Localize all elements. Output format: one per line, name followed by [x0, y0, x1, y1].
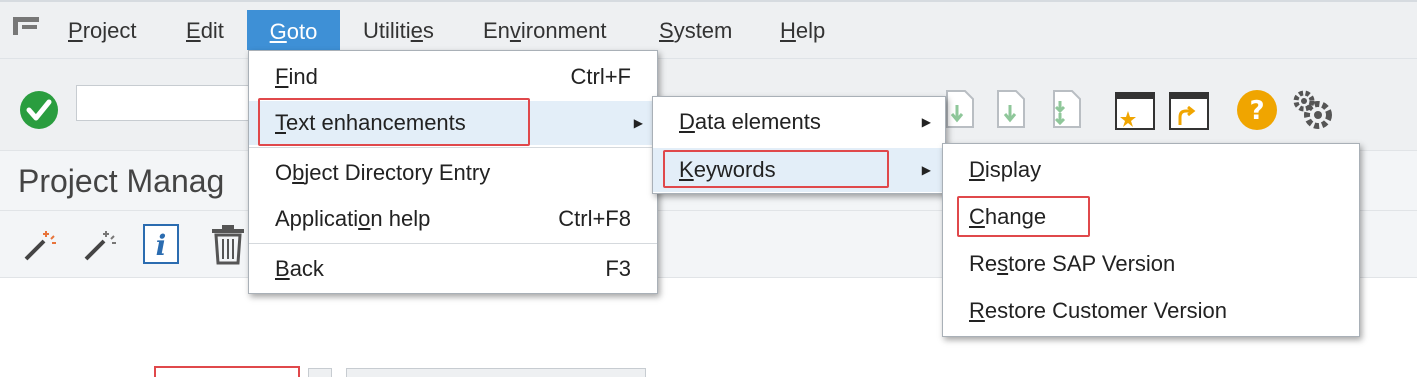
- page-title: Project Manag: [18, 163, 225, 199]
- magic-wand-icon[interactable]: [80, 225, 120, 265]
- menu-item-back[interactable]: Back F3: [249, 247, 657, 291]
- menu-item-restore-customer-version[interactable]: Restore Customer Version: [943, 289, 1359, 333]
- menu-item-find[interactable]: Find Ctrl+F: [249, 55, 657, 99]
- svg-text:i: i: [156, 229, 167, 262]
- page-down-icon[interactable]: [996, 89, 1032, 129]
- magic-wand-create-icon[interactable]: [20, 225, 60, 265]
- project-input-field[interactable]: [154, 366, 300, 377]
- help-icon[interactable]: ?: [1236, 89, 1278, 131]
- menu-item-application-help[interactable]: Application help Ctrl+F8: [249, 197, 657, 241]
- menu-item-object-directory-entry[interactable]: Object Directory Entry: [249, 151, 657, 195]
- new-window-icon[interactable]: [1114, 91, 1156, 131]
- menu-item-display[interactable]: Display: [943, 148, 1359, 192]
- goto-menu: Find Ctrl+F Text enhancements ▶ Object D…: [248, 50, 658, 294]
- submenu-arrow-icon: ▶: [921, 115, 931, 129]
- settings-gear-icon[interactable]: [1290, 87, 1336, 133]
- menu-system[interactable]: System: [659, 16, 732, 46]
- action-button[interactable]: [346, 368, 646, 377]
- menu-divider: [249, 147, 657, 148]
- menu-project[interactable]: Project: [68, 16, 136, 46]
- last-page-icon[interactable]: [1046, 89, 1082, 129]
- menu-bar: Project Edit Goto Utilities Environment …: [0, 0, 1417, 58]
- menu-edit[interactable]: Edit: [186, 16, 224, 46]
- submenu-arrow-icon: ▶: [921, 163, 931, 177]
- trash-icon[interactable]: [208, 223, 248, 265]
- highlight-box-change: [957, 196, 1090, 237]
- menu-divider: [249, 243, 657, 244]
- command-field[interactable]: [76, 85, 276, 121]
- menu-utilities[interactable]: Utilities: [363, 16, 434, 46]
- menu-help[interactable]: Help: [780, 16, 825, 46]
- highlight-box-keywords: [663, 150, 889, 188]
- shortcut-icon[interactable]: [1168, 91, 1210, 131]
- svg-text:?: ?: [1249, 96, 1264, 126]
- download-icon[interactable]: [945, 89, 975, 129]
- highlight-box-text-enhancements: [258, 98, 530, 146]
- info-icon[interactable]: i: [142, 223, 180, 265]
- menu-item-restore-sap-version[interactable]: Restore SAP Version: [943, 242, 1359, 286]
- menu-toggle-icon[interactable]: [12, 16, 42, 38]
- menu-environment[interactable]: Environment: [483, 16, 607, 46]
- enter-check-icon[interactable]: [18, 89, 60, 131]
- submenu-arrow-icon: ▶: [633, 116, 643, 130]
- menu-item-data-elements[interactable]: Data elements ▶: [653, 100, 945, 144]
- value-help-button[interactable]: [308, 368, 332, 377]
- menu-goto[interactable]: Goto: [247, 10, 340, 50]
- keywords-submenu: Display Change Restore SAP Version Resto…: [942, 143, 1360, 337]
